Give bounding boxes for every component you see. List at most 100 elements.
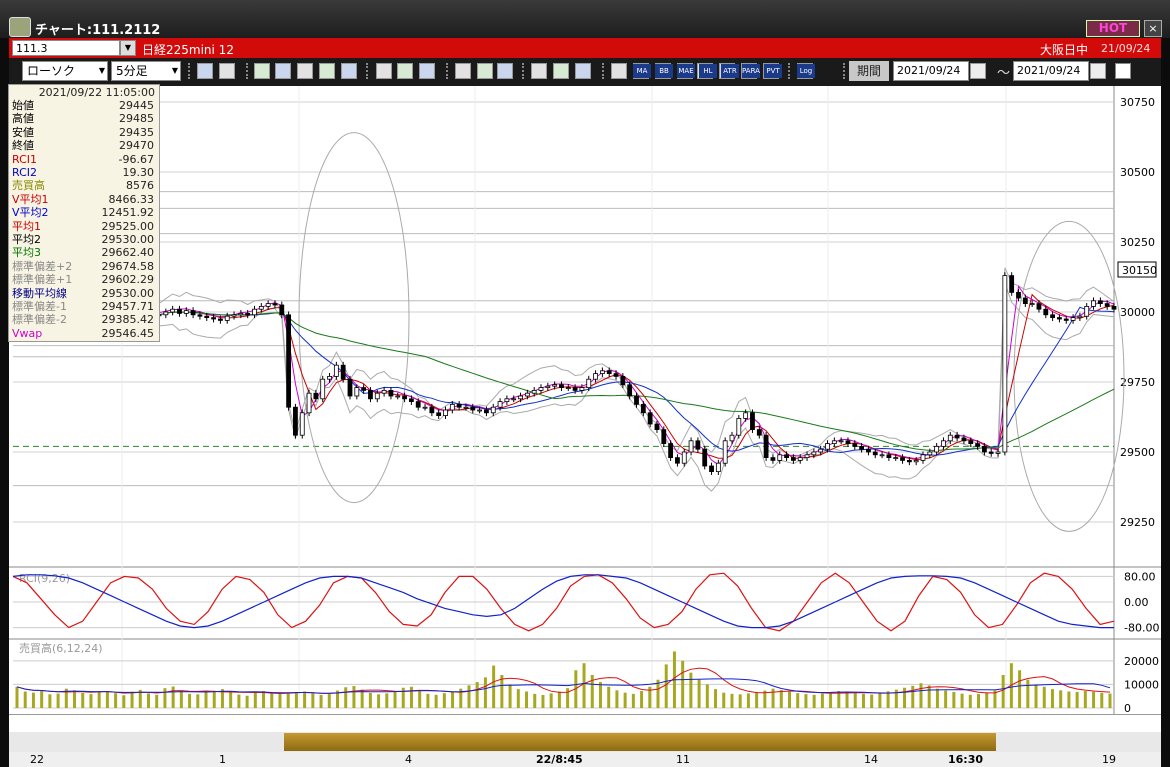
candle-body (988, 451, 994, 454)
data-window-value: 8576 (126, 179, 154, 193)
candle-body (947, 434, 953, 442)
candle-body (886, 454, 892, 458)
volume-bar (393, 691, 397, 708)
data-window-row: 平均3 29662.40 (12, 246, 156, 259)
volume-bar (549, 693, 553, 708)
bar-chart-icon[interactable] (297, 63, 313, 79)
volume-bar (886, 691, 890, 708)
symbol-input[interactable]: 111.3 (12, 40, 120, 56)
candle-body (784, 454, 789, 458)
candle-body (729, 434, 735, 442)
toolbar-separator (246, 63, 250, 79)
data-window-value: -96.67 (118, 152, 154, 166)
calendar-from-icon[interactable] (970, 63, 986, 79)
volume-bar (557, 691, 561, 708)
candle-icon[interactable] (319, 63, 335, 79)
symbol-dropdown-button[interactable]: ▼ (120, 40, 136, 56)
apply-checkbox[interactable] (1115, 63, 1131, 79)
indicator-button-hl[interactable]: HL (699, 64, 717, 78)
indicator-button-log[interactable]: Log (797, 64, 815, 78)
indicator-button-ma[interactable]: MA (633, 64, 651, 78)
color-icon[interactable] (575, 63, 591, 79)
candle-body (524, 392, 530, 397)
volume-bar (812, 694, 816, 708)
candle-body (333, 364, 339, 377)
candle-body (790, 457, 796, 461)
price-tick-label: 30250 (1120, 236, 1155, 249)
volume-bar (952, 691, 956, 708)
candle-body (408, 398, 414, 402)
data-window-label: 標準偏差+1 (12, 273, 73, 287)
candle-body (183, 310, 189, 314)
chart-type-value: ローソク (27, 64, 76, 78)
date-from-input[interactable]: 2021/09/24 (893, 61, 969, 81)
settings-icon[interactable] (531, 63, 547, 79)
candle-body (361, 387, 367, 391)
all-icon[interactable] (497, 63, 513, 79)
candle-body (606, 370, 612, 374)
candle-body (299, 412, 305, 436)
candle-body (872, 451, 878, 456)
data-window-row: 高値 29485 (12, 112, 156, 125)
volume-bar (229, 691, 233, 708)
indicator-button-pvt[interactable]: PVT (764, 64, 782, 78)
current-price-label: 30150 (1122, 264, 1157, 277)
close-button[interactable]: × (1144, 20, 1162, 37)
draw-arrow-icon[interactable] (397, 63, 413, 79)
draw-line-icon[interactable] (376, 63, 392, 79)
data-window-label: 終値 (12, 139, 34, 153)
candle-body (572, 387, 578, 391)
candle-body (941, 440, 946, 447)
indicator-button-atr[interactable]: ATR (721, 64, 739, 78)
date-to-input[interactable]: 2021/09/24 (1013, 61, 1089, 81)
candle-body (477, 409, 483, 412)
zoom-icon[interactable] (197, 63, 213, 79)
data-window-row: 平均1 29525.00 (12, 220, 156, 233)
volume-tick-label: 20000 (1124, 655, 1159, 668)
volume-bar (360, 689, 364, 708)
blank-icon[interactable] (341, 63, 357, 79)
interval-select[interactable]: 5分足 ▼ (111, 61, 181, 81)
indicator-button-bb[interactable]: BB (655, 64, 673, 78)
volume-bar (377, 694, 381, 708)
candle-body (593, 373, 598, 380)
session-label: 大阪日中 (1040, 43, 1089, 57)
period-button[interactable]: 期間 (849, 61, 889, 81)
navigator-tick-label: 14 (864, 753, 878, 766)
ma-icon[interactable] (611, 63, 627, 79)
volume-bar (722, 692, 726, 708)
chevron-down-icon: ▼ (171, 66, 178, 75)
volume-bar (286, 693, 290, 708)
navigator-thumb[interactable] (284, 733, 996, 751)
chart-type-select[interactable]: ローソク ▼ (22, 61, 108, 81)
candle-body (449, 403, 455, 411)
bollinger-gap-envelope (298, 132, 410, 504)
hot-button[interactable]: HOT (1086, 20, 1140, 37)
candle-body (797, 457, 803, 461)
window-titlebar[interactable] (0, 0, 1170, 38)
volume-bar (1059, 690, 1063, 708)
volume-bar (253, 692, 257, 708)
pen-icon[interactable] (419, 63, 435, 79)
crosshair-icon[interactable] (219, 63, 235, 79)
data-window-value: 29385.42 (101, 313, 155, 327)
volume-bar (845, 691, 849, 708)
volume-bar (171, 686, 175, 708)
candle-body (197, 314, 203, 317)
candle-body (913, 459, 919, 463)
candle-body (756, 429, 762, 436)
candle-body (968, 440, 974, 444)
data-window-label: 安値 (12, 125, 34, 139)
candle-body (538, 387, 544, 391)
download-icon[interactable] (254, 63, 270, 79)
volume-panel-label: 売買高(6,12,24) (19, 641, 103, 655)
tools-icon[interactable] (553, 63, 569, 79)
chart-canvas[interactable]: 30750 30500 30250 30000 29750 29500 29250 30150… (9, 86, 1161, 714)
candle-body (906, 459, 912, 463)
indicator-button-mae[interactable]: MAE (677, 64, 695, 78)
candle-up-icon[interactable] (455, 63, 471, 79)
candle-down-icon[interactable] (477, 63, 493, 79)
calendar-to-icon[interactable] (1090, 63, 1106, 79)
indicator-button-para[interactable]: PARA (742, 64, 760, 78)
search-chart-icon[interactable] (275, 63, 291, 79)
